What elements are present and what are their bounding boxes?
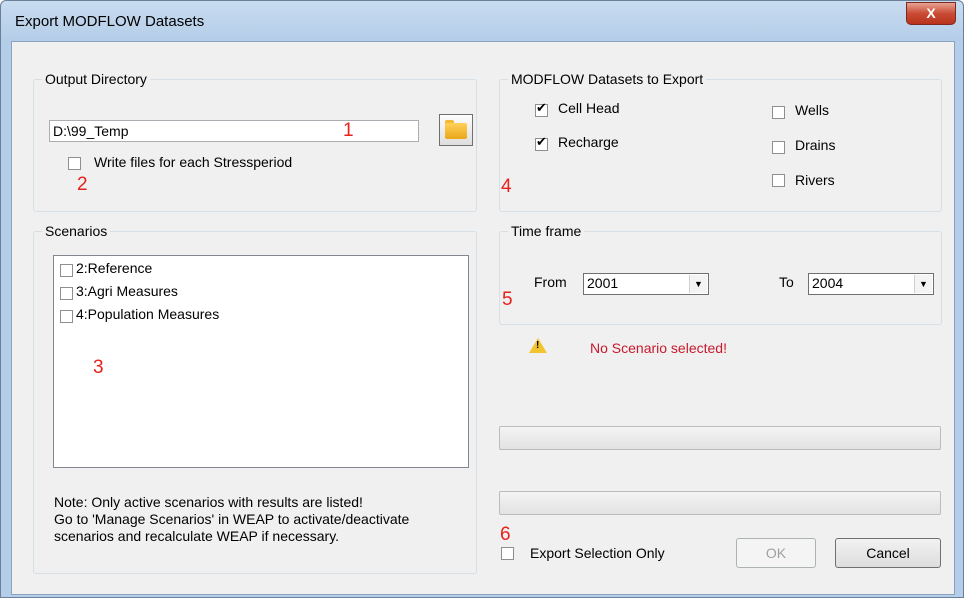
- cell-head-checkbox[interactable]: [535, 100, 548, 117]
- annotation-4: 4: [501, 176, 512, 197]
- annotation-3: 3: [93, 357, 104, 378]
- write-each-stressperiod-label: Write files for each Stressperiod: [94, 154, 293, 170]
- annotation-5: 5: [502, 289, 513, 310]
- wells-checkbox[interactable]: [772, 106, 785, 119]
- write-each-stressperiod-checkbox[interactable]: [68, 157, 81, 170]
- wells-label: Wells: [795, 102, 829, 118]
- rivers-label: Rivers: [795, 172, 835, 188]
- window-title: Export MODFLOW Datasets: [15, 13, 205, 30]
- scenario-checkbox[interactable]: [60, 264, 73, 277]
- browse-folder-button[interactable]: [439, 114, 473, 146]
- export-selection-only-label: Export Selection Only: [530, 545, 665, 561]
- cell-head-label: Cell Head: [558, 100, 620, 116]
- datasets-label: MODFLOW Datasets to Export: [508, 71, 707, 87]
- chevron-down-icon[interactable]: ▼: [689, 275, 707, 293]
- chevron-down-icon[interactable]: ▼: [914, 275, 932, 293]
- status-message: No Scenario selected!: [590, 340, 727, 356]
- list-item[interactable]: 2:Reference: [60, 260, 360, 280]
- close-icon: X: [926, 5, 936, 21]
- scenario-checkbox[interactable]: [60, 287, 73, 300]
- export-selection-only-checkbox[interactable]: [501, 547, 514, 560]
- close-button[interactable]: X: [906, 2, 956, 25]
- drains-checkbox[interactable]: [772, 141, 785, 154]
- list-item[interactable]: 3:Agri Measures: [60, 283, 360, 303]
- to-label: To: [779, 274, 794, 290]
- scenarios-note-line-3: scenarios and recalculate WEAP if necess…: [54, 528, 340, 544]
- drains-label: Drains: [795, 137, 836, 153]
- scenarios-label: Scenarios: [42, 223, 111, 239]
- time-frame-label: Time frame: [508, 223, 585, 239]
- output-directory-group: Output Directory: [33, 71, 477, 212]
- rivers-checkbox[interactable]: [772, 174, 785, 187]
- annotation-1: 1: [343, 120, 354, 141]
- annotation-6: 6: [500, 524, 511, 545]
- scenarios-list[interactable]: 2:Reference 3:Agri Measures 4:Population…: [53, 255, 469, 468]
- progress-bar-2: [499, 491, 941, 515]
- scenario-checkbox[interactable]: [60, 310, 73, 323]
- list-item[interactable]: 4:Population Measures: [60, 306, 360, 326]
- scenario-label: 4:Population Measures: [76, 306, 220, 322]
- recharge-checkbox[interactable]: [535, 134, 548, 151]
- from-label: From: [534, 274, 567, 290]
- ok-button[interactable]: OK: [736, 538, 816, 568]
- progress-bar-1: [499, 426, 941, 450]
- output-path-field[interactable]: D:\99_Temp: [49, 120, 419, 142]
- annotation-2: 2: [77, 174, 88, 195]
- recharge-label: Recharge: [558, 134, 619, 150]
- to-year-value: 2004: [812, 275, 844, 291]
- output-directory-label: Output Directory: [42, 71, 150, 87]
- cancel-button[interactable]: Cancel: [835, 538, 941, 568]
- scenarios-note-line-1: Note: Only active scenarios with results…: [54, 494, 363, 510]
- scenario-label: 2:Reference: [76, 260, 153, 276]
- dialog-window: Export MODFLOW Datasets X Output Directo…: [0, 0, 964, 598]
- scenarios-note-line-2: Go to 'Manage Scenarios' in WEAP to acti…: [54, 511, 410, 527]
- from-year-dropdown[interactable]: 2001 ▼: [583, 273, 709, 295]
- warning-icon: !: [529, 338, 547, 353]
- to-year-dropdown[interactable]: 2004 ▼: [808, 273, 934, 295]
- title-bar[interactable]: Export MODFLOW Datasets X: [1, 1, 963, 41]
- from-year-value: 2001: [587, 275, 619, 291]
- dialog-client-area: Output Directory D:\99_Temp Write files …: [11, 41, 955, 595]
- scenario-label: 3:Agri Measures: [76, 283, 178, 299]
